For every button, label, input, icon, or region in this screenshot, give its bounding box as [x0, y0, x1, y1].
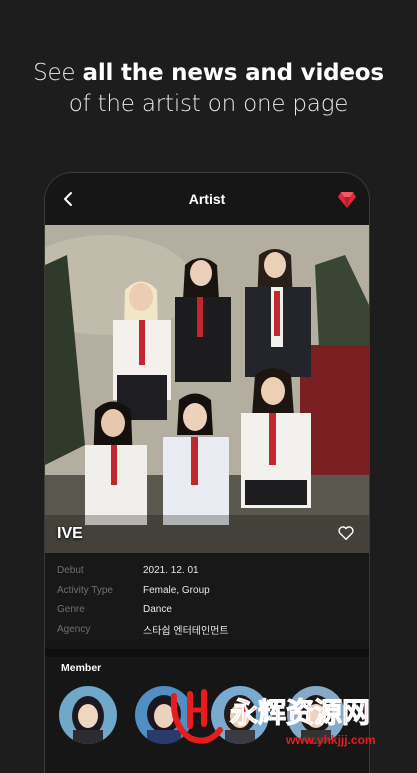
info-label: Agency [57, 623, 91, 635]
heart-icon[interactable] [337, 525, 355, 541]
promo-line-2: of the artist on one page [68, 91, 349, 117]
artist-photo: IVE [45, 225, 369, 553]
diamond-icon[interactable] [337, 191, 357, 209]
watermark-logo: 永辉资源网 www.yhkjjj.com [170, 689, 376, 747]
app-header: Artist [45, 173, 369, 225]
info-row-agency: Agency 스타쉽 엔터테인먼트 [45, 620, 369, 640]
info-value: Female, Group [143, 584, 210, 596]
watermark-emblem-icon [170, 689, 223, 744]
member-section-title: Member [61, 662, 102, 674]
artist-name: IVE [57, 525, 83, 542]
info-value: 스타쉽 엔터테인먼트 [143, 625, 229, 637]
promo-line-1-bold: all the news and videos [82, 60, 385, 86]
info-label: Genre [57, 604, 85, 616]
info-label: Debut [57, 565, 84, 577]
info-row-genre: Genre Dance [45, 600, 369, 620]
info-label: Activity Type [57, 584, 113, 596]
member-avatar[interactable] [59, 686, 117, 744]
info-value: Dance [143, 604, 172, 616]
promo-headline: See all the news and videos of the artis… [0, 58, 417, 120]
promo-line-1-plain: See [33, 60, 76, 86]
group-photo-illustration [45, 225, 369, 553]
info-value: 2021. 12. 01 [143, 565, 199, 577]
promo-line-1: See all the news and videos [0, 58, 417, 89]
info-row-activity-type: Activity Type Female, Group [45, 581, 369, 601]
watermark-url: www.yhkjjj.com [285, 733, 376, 747]
info-row-debut: Debut 2021. 12. 01 [45, 561, 369, 581]
page-title: Artist [188, 191, 226, 207]
phone-frame: Artist IVE Debut 2021. 12. 01 Activity T… [44, 172, 370, 773]
artist-info: Debut 2021. 12. 01 Activity Type Female,… [45, 553, 369, 639]
section-divider [45, 649, 369, 657]
watermark-cn-text: 永辉资源网 [230, 696, 370, 729]
